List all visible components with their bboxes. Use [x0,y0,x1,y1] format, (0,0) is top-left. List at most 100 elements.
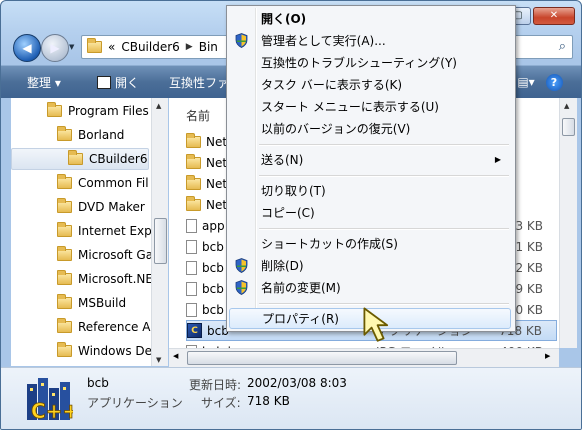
tree-item[interactable]: CBuilder6 [11,148,149,170]
menu-separator [259,175,509,177]
file-icon [186,260,197,275]
tree-item[interactable]: Program Files [47,100,149,122]
folder-icon [57,174,72,189]
menu-item[interactable]: 開く(O) [229,8,511,29]
menu-item[interactable]: 削除(D) [229,255,511,276]
details-type: アプリケーション [87,396,183,410]
close-button[interactable]: ✕ [533,7,575,25]
breadcrumb-bin[interactable]: Bin [199,40,218,54]
horizontal-scrollbar[interactable]: ◀ ▶ [169,348,559,367]
file-list-scrollbar[interactable]: ▲ [559,98,577,348]
tree-item[interactable]: Reference A [57,316,150,338]
scroll-up-icon[interactable]: ▲ [156,102,161,110]
menu-item-label: コピー(C) [261,206,315,220]
menu-item[interactable]: 管理者として実行(A)... [229,30,511,51]
file-name: Net [206,176,228,191]
tree-item-label: DVD Maker [78,200,145,214]
tree-item-label: Microsoft Ga [78,248,154,262]
breadcrumb-overflow[interactable]: « [108,40,115,54]
open-label: 開く [115,76,140,90]
tree-item[interactable]: Microsoft.NE [57,268,153,290]
menu-item[interactable]: 切り取り(T) [229,180,511,201]
folder-icon [186,174,201,190]
scroll-left-icon[interactable]: ◀ [173,352,178,360]
navigation-scrollbar[interactable]: ▲ ▼ [151,98,168,366]
tree-item[interactable]: Internet Exp [57,220,152,242]
file-name: bcb [202,302,224,317]
close-icon: ✕ [549,10,559,21]
menu-item-label: 互換性のトラブルシューティング(Y) [261,56,457,70]
view-options-button[interactable]: ▤▾ [517,73,535,91]
tree-item[interactable]: Windows De [57,340,152,362]
tree-item-label: Internet Exp [78,224,152,238]
file-icon [186,281,197,296]
forward-button[interactable]: ▶ [41,34,69,62]
search-icon[interactable]: ⌕ [559,39,566,54]
tree-item[interactable]: Microsoft Ga [57,244,153,266]
menu-item[interactable]: 名前の変更(M) [229,277,511,298]
scroll-thumb[interactable] [562,118,575,136]
breadcrumb-cbuilder6[interactable]: CBuilder6 [121,40,179,54]
svg-text:C++: C++ [31,399,73,422]
folder-icon [57,270,72,285]
menu-item[interactable]: 互換性のトラブルシューティング(Y) [229,52,511,73]
menu-separator [259,144,509,146]
menu-item[interactable]: 以前のバージョンの復元(V) [229,118,511,139]
submenu-arrow-icon: ▶ [494,155,501,164]
breadcrumb-chevron-icon[interactable]: ▶ [186,42,193,52]
open-icon [97,76,111,89]
menu-item-label: ショートカットの作成(S) [261,237,398,251]
scroll-up-icon[interactable]: ▲ [564,102,569,110]
tree-item[interactable]: Borland [57,124,124,146]
open-button[interactable]: 開く [97,74,139,91]
size-label: サイズ: [201,396,241,410]
menu-item[interactable]: スタート メニューに表示する(U) [229,96,511,117]
uac-shield-icon [235,33,248,48]
menu-item-label: 切り取り(T) [261,184,326,198]
scroll-right-icon[interactable]: ▶ [545,352,550,360]
size-value: 718 KB [247,394,290,408]
folder-icon [186,132,201,148]
tree-item-label: MSBuild [78,296,127,310]
modified-value: 2002/03/08 8:03 [247,376,347,390]
scroll-thumb[interactable] [154,218,167,264]
tree-item[interactable]: Common Fil [57,172,149,194]
file-icon [186,218,197,233]
file-name: Net [206,134,228,149]
modified-label: 更新日時: [189,378,242,392]
menu-item[interactable]: タスク バーに表示する(K) [229,74,511,95]
tree-item-label: Microsoft.NE [78,272,153,286]
tree-item-label: CBuilder6 [89,152,148,166]
back-button[interactable]: ◀ [13,34,41,62]
tree-item-label: Reference A [78,320,151,334]
menu-item-label: プロパティ(R) [262,312,339,326]
file-name: bcb [202,239,224,254]
folder-icon [68,150,83,165]
menu-item-label: 管理者として実行(A)... [261,34,386,48]
menu-item-label: 以前のバージョンの復元(V) [261,122,411,136]
scroll-down-icon[interactable]: ▼ [156,356,161,364]
folder-icon [87,38,102,53]
menu-item[interactable]: ショートカットの作成(S) [229,233,511,254]
file-name: app [202,218,225,233]
tree-item[interactable]: MSBuild [57,292,126,314]
menu-item-label: 開く(O) [261,12,307,26]
details-name: bcb [87,376,109,390]
file-icon [186,239,197,254]
folder-icon [57,222,72,237]
menu-item[interactable]: コピー(C) [229,202,511,223]
details-pane: C++ bcb アプリケーション 更新日時: 2002/03/08 8:03 サ… [1,367,581,429]
organize-button[interactable]: 整理 ▾ [27,74,61,91]
help-button[interactable]: ? [545,73,563,91]
history-dropdown-icon[interactable]: ▼ [69,43,74,51]
folder-icon [57,342,72,357]
column-header-name[interactable]: 名前 [186,107,210,124]
hscroll-thumb[interactable] [187,351,457,365]
mouse-cursor-icon [363,307,389,342]
compat-button[interactable]: 互換性ファ [169,74,229,91]
folder-icon [186,153,201,169]
file-size: 9 KB [515,281,543,296]
navigation-pane: Program Files Borland CBuilder6 Common Fil D… [11,98,167,366]
tree-item[interactable]: DVD Maker [57,196,145,218]
menu-item[interactable]: 送る(N) ▶ [229,149,511,170]
